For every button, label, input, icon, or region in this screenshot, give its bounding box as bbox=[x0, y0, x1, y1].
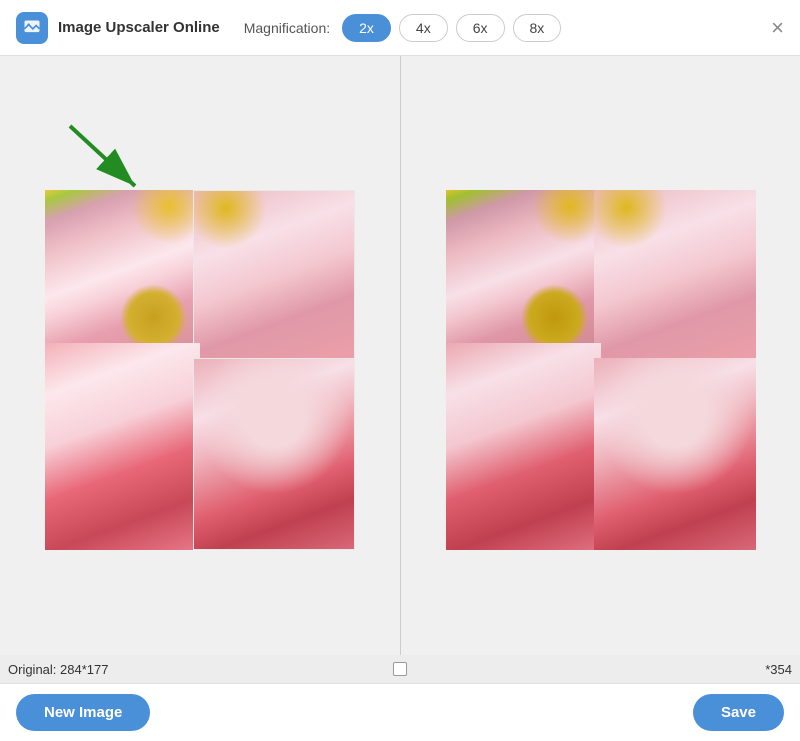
orig-tile-br bbox=[193, 358, 355, 550]
up-tile-bl bbox=[446, 343, 601, 550]
mag-btn-2x[interactable]: 2x bbox=[342, 14, 391, 42]
app-logo bbox=[16, 12, 48, 44]
main-content: Original: 284*177 *354 bbox=[0, 56, 800, 683]
magnification-label: Magnification: bbox=[244, 20, 330, 36]
orig-tile-tl bbox=[45, 190, 200, 350]
up-tile-tl bbox=[446, 190, 601, 350]
right-info-bar: *354 bbox=[401, 655, 800, 683]
footer: New Image Save bbox=[0, 683, 800, 741]
mag-btn-4x[interactable]: 4x bbox=[399, 14, 448, 42]
left-panel: Original: 284*177 bbox=[0, 56, 400, 683]
app-header: Image Upscaler Online Magnification: 2x … bbox=[0, 0, 800, 56]
magnification-buttons: 2x 4x 6x 8x bbox=[342, 14, 561, 42]
logo-icon bbox=[22, 18, 42, 38]
upscaled-size-label: *354 bbox=[765, 662, 792, 677]
save-button[interactable]: Save bbox=[693, 694, 784, 731]
right-panel: *354 bbox=[400, 56, 800, 683]
original-size-label: Original: 284*177 bbox=[8, 662, 108, 677]
orig-tile-tr bbox=[193, 190, 355, 365]
center-divider bbox=[388, 655, 412, 683]
mag-btn-6x[interactable]: 6x bbox=[456, 14, 505, 42]
orig-tile-bl bbox=[45, 343, 200, 550]
up-tile-br bbox=[594, 358, 756, 550]
app-title: Image Upscaler Online bbox=[58, 19, 220, 36]
upscaled-image-container bbox=[446, 190, 756, 550]
left-info-bar: Original: 284*177 bbox=[0, 655, 400, 683]
new-image-button[interactable]: New Image bbox=[16, 694, 150, 731]
up-tile-tr bbox=[594, 190, 756, 365]
compare-checkbox[interactable] bbox=[393, 662, 407, 676]
close-button[interactable]: × bbox=[771, 17, 784, 39]
mag-btn-8x[interactable]: 8x bbox=[513, 14, 562, 42]
original-image-container bbox=[45, 190, 355, 550]
